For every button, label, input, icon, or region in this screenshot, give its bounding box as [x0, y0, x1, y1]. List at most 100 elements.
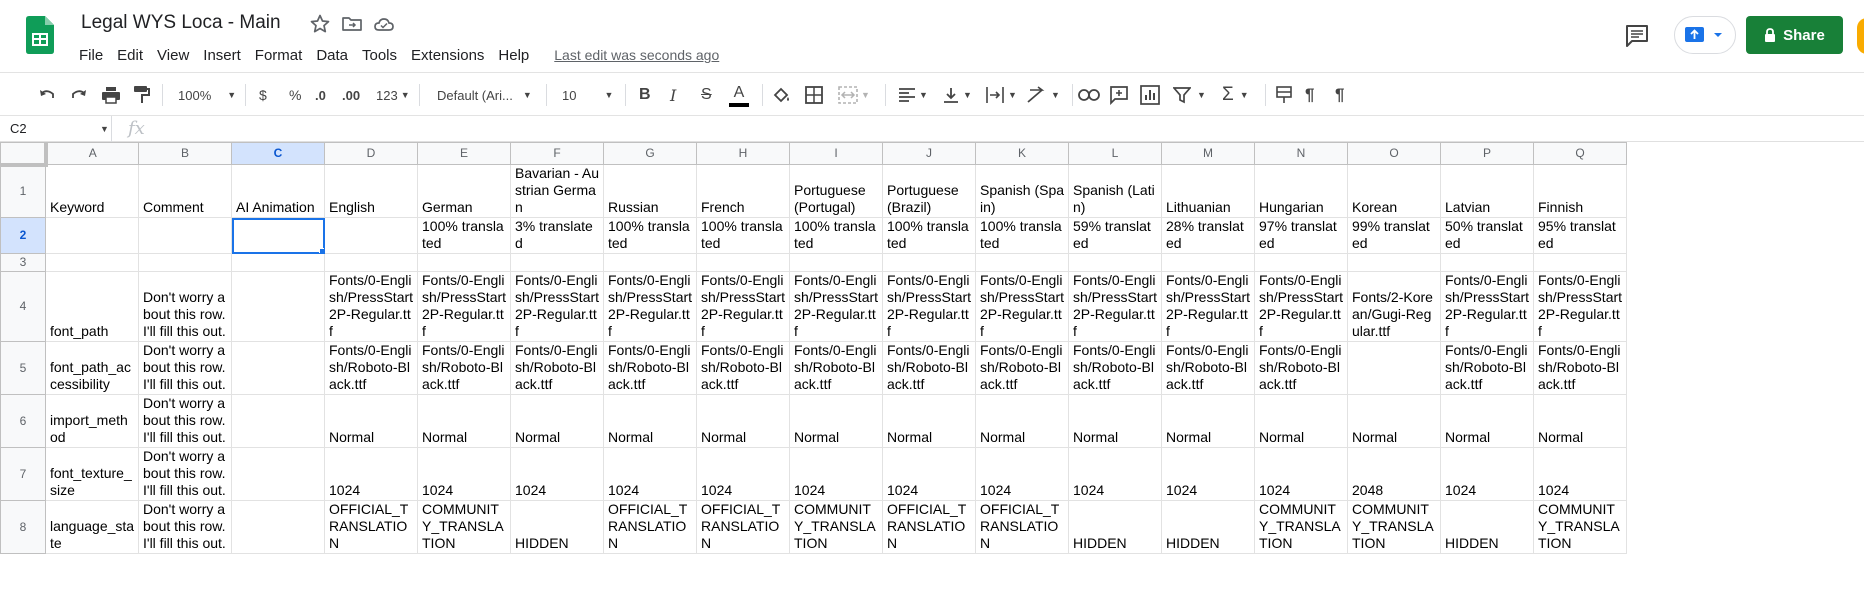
cell-o5[interactable] — [1347, 341, 1441, 395]
cell-g1[interactable]: Russian — [603, 164, 697, 218]
cell-k1[interactable]: Spanish (Spain) — [975, 164, 1069, 218]
column-header-b[interactable]: B — [138, 142, 232, 165]
cell-h3[interactable] — [696, 253, 790, 272]
cell-m6[interactable]: Normal — [1161, 394, 1255, 448]
menu-help[interactable]: Help — [498, 47, 529, 64]
cell-c5[interactable] — [231, 341, 325, 395]
column-header-c[interactable]: C — [231, 142, 325, 165]
cell-q3[interactable] — [1533, 253, 1627, 272]
cell-n5[interactable]: Fonts/0-English/Roboto-Black.ttf — [1254, 341, 1348, 395]
cell-d6[interactable]: Normal — [324, 394, 418, 448]
cell-i7[interactable]: 1024 — [789, 447, 883, 501]
cell-f8[interactable]: HIDDEN — [510, 500, 604, 554]
column-header-d[interactable]: D — [324, 142, 418, 165]
column-header-o[interactable]: O — [1347, 142, 1441, 165]
column-header-l[interactable]: L — [1068, 142, 1162, 165]
cell-j2[interactable]: 100% translated — [882, 217, 976, 254]
cell-p2[interactable]: 50% translated — [1440, 217, 1534, 254]
cell-b3[interactable] — [138, 253, 232, 272]
cell-q4[interactable]: Fonts/0-English/PressStart2P-Regular.ttf — [1533, 271, 1627, 342]
cell-c2[interactable] — [231, 217, 325, 254]
cell-g8[interactable]: OFFICIAL_TRANSLATION — [603, 500, 697, 554]
cell-i5[interactable]: Fonts/0-English/Roboto-Black.ttf — [789, 341, 883, 395]
menu-tools[interactable]: Tools — [362, 47, 397, 64]
cell-e8[interactable]: COMMUNITY_TRANSLATION — [417, 500, 511, 554]
cell-e6[interactable]: Normal — [417, 394, 511, 448]
present-button[interactable] — [1674, 16, 1736, 54]
cell-l8[interactable]: HIDDEN — [1068, 500, 1162, 554]
cell-a2[interactable] — [45, 217, 139, 254]
cell-e3[interactable] — [417, 253, 511, 272]
cell-q5[interactable]: Fonts/0-English/Roboto-Black.ttf — [1533, 341, 1627, 395]
cell-a5[interactable]: font_path_accessibility — [45, 341, 139, 395]
fill-handle[interactable] — [319, 248, 324, 253]
menu-edit[interactable]: Edit — [117, 47, 143, 64]
cell-l1[interactable]: Spanish (Latin) — [1068, 164, 1162, 218]
cell-n3[interactable] — [1254, 253, 1348, 272]
cell-p6[interactable]: Normal — [1440, 394, 1534, 448]
text-wrap-button[interactable]: ▼ — [985, 73, 1017, 117]
cell-h4[interactable]: Fonts/0-English/PressStart2P-Regular.ttf — [696, 271, 790, 342]
cell-i8[interactable]: COMMUNITY_TRANSLATION — [789, 500, 883, 554]
strikethrough-button[interactable]: S — [701, 73, 712, 117]
cell-b2[interactable] — [138, 217, 232, 254]
cell-h1[interactable]: French — [696, 164, 790, 218]
cell-c8[interactable] — [231, 500, 325, 554]
column-header-g[interactable]: G — [603, 142, 697, 165]
row-header-7[interactable]: 7 — [0, 447, 46, 501]
cell-f6[interactable]: Normal — [510, 394, 604, 448]
cell-d3[interactable] — [324, 253, 418, 272]
cell-n2[interactable]: 97% translated — [1254, 217, 1348, 254]
cell-p3[interactable] — [1440, 253, 1534, 272]
cell-n1[interactable]: Hungarian — [1254, 164, 1348, 218]
horizontal-align-button[interactable]: ▼ — [898, 73, 928, 117]
menu-view[interactable]: View — [157, 47, 189, 64]
text-rotation-button[interactable]: ▼ — [1026, 73, 1060, 117]
freeze-button[interactable] — [1276, 73, 1292, 117]
cell-q2[interactable]: 95% translated — [1533, 217, 1627, 254]
cell-d5[interactable]: Fonts/0-English/Roboto-Black.ttf — [324, 341, 418, 395]
last-edit-link[interactable]: Last edit was seconds ago — [554, 47, 719, 63]
cell-p8[interactable]: HIDDEN — [1440, 500, 1534, 554]
cell-i2[interactable]: 100% translated — [789, 217, 883, 254]
cell-m5[interactable]: Fonts/0-English/Roboto-Black.ttf — [1161, 341, 1255, 395]
cell-a1[interactable]: Keyword — [45, 164, 139, 218]
column-header-e[interactable]: E — [417, 142, 511, 165]
bold-button[interactable]: B — [639, 73, 651, 117]
cell-o8[interactable]: COMMUNITY_TRANSLATION — [1347, 500, 1441, 554]
cell-n7[interactable]: 1024 — [1254, 447, 1348, 501]
text-color-button[interactable]: A — [729, 73, 749, 117]
column-header-i[interactable]: I — [789, 142, 883, 165]
cell-b6[interactable]: Don't worry about this row. I'll fill th… — [138, 394, 232, 448]
comment-history-icon[interactable] — [1623, 22, 1651, 50]
redo-button[interactable] — [70, 73, 88, 117]
cell-a8[interactable]: language_state — [45, 500, 139, 554]
column-header-q[interactable]: Q — [1533, 142, 1627, 165]
cell-f4[interactable]: Fonts/0-English/PressStart2P-Regular.ttf — [510, 271, 604, 342]
cell-l2[interactable]: 59% translated — [1068, 217, 1162, 254]
cell-k6[interactable]: Normal — [975, 394, 1069, 448]
cell-i4[interactable]: Fonts/0-English/PressStart2P-Regular.ttf — [789, 271, 883, 342]
cell-a6[interactable]: import_method — [45, 394, 139, 448]
cell-d1[interactable]: English — [324, 164, 418, 218]
cell-b4[interactable]: Don't worry about this row. I'll fill th… — [138, 271, 232, 342]
undo-button[interactable] — [38, 73, 56, 117]
cell-m7[interactable]: 1024 — [1161, 447, 1255, 501]
cell-e4[interactable]: Fonts/0-English/PressStart2P-Regular.ttf — [417, 271, 511, 342]
cell-i3[interactable] — [789, 253, 883, 272]
cell-f7[interactable]: 1024 — [510, 447, 604, 501]
sheets-logo-icon[interactable] — [26, 16, 54, 54]
cell-a3[interactable] — [45, 253, 139, 272]
ltr-button[interactable]: ¶ — [1305, 73, 1314, 117]
filter-button[interactable]: ▼ — [1173, 73, 1206, 117]
cell-c6[interactable] — [231, 394, 325, 448]
insert-link-button[interactable] — [1078, 73, 1100, 117]
cell-j3[interactable] — [882, 253, 976, 272]
cell-n6[interactable]: Normal — [1254, 394, 1348, 448]
column-header-a[interactable]: A — [45, 142, 139, 165]
row-header-3[interactable]: 3 — [0, 253, 46, 272]
menu-file[interactable]: File — [79, 47, 103, 64]
cell-k3[interactable] — [975, 253, 1069, 272]
cell-e7[interactable]: 1024 — [417, 447, 511, 501]
insert-comment-button[interactable] — [1109, 73, 1129, 117]
